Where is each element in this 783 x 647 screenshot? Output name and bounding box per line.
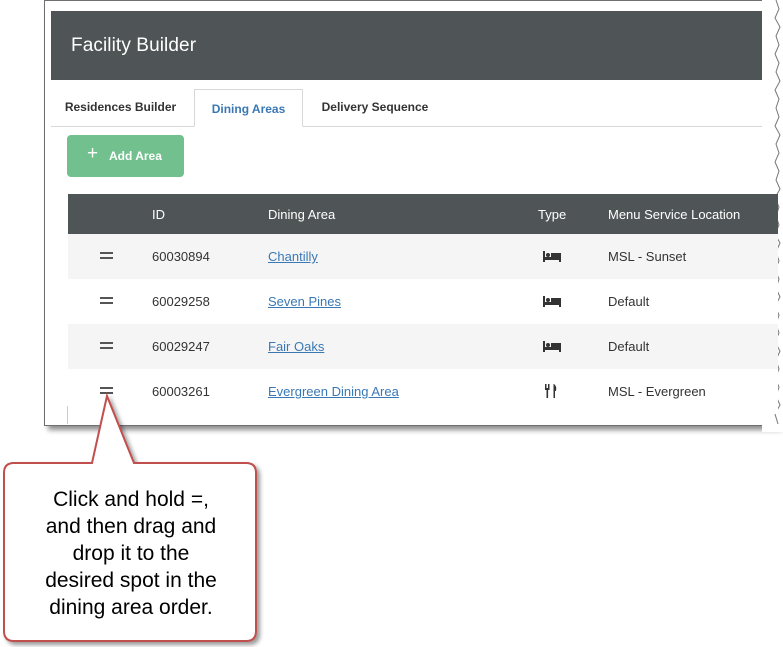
menu-service-location: MSL - Evergreen: [608, 384, 706, 399]
bed-icon: [543, 341, 561, 352]
callout-line: drop it to the: [72, 542, 190, 565]
menu-service-location: MSL - Sunset: [608, 249, 687, 264]
drag-handle-icon[interactable]: [100, 252, 113, 259]
table-row: 60030894 Chantilly MSL - Sunset: [68, 234, 778, 279]
callout-line: Click and hold =,: [53, 488, 209, 511]
dining-area-link[interactable]: Evergreen Dining Area: [268, 384, 399, 399]
column-header-menu-service-location[interactable]: Menu Service Location: [608, 207, 740, 222]
menu-service-location: Default: [608, 339, 650, 354]
drag-handle-icon[interactable]: [100, 297, 113, 304]
plus-icon: +: [87, 143, 99, 164]
row-id: 60029258: [152, 294, 210, 309]
row-id: 60029247: [152, 339, 210, 354]
bed-icon: [543, 251, 561, 262]
row-id: 60030894: [152, 249, 210, 264]
column-header-type[interactable]: Type: [538, 207, 566, 222]
add-area-button[interactable]: + Add Area: [67, 135, 184, 177]
dining-area-link[interactable]: Chantilly: [268, 249, 318, 264]
table-row: 60029247 Fair Oaks Default: [68, 324, 778, 369]
column-header-id[interactable]: ID: [152, 207, 165, 222]
tab-delivery-sequence[interactable]: Delivery Sequence: [309, 89, 441, 126]
app-header: Facility Builder: [51, 11, 777, 80]
drag-handle-icon[interactable]: [100, 342, 113, 349]
callout-line: dining area order.: [49, 596, 213, 619]
bed-icon: [543, 296, 561, 307]
callout-line: and then drag and: [45, 515, 217, 538]
tab-bar: Residences Builder Dining Areas Delivery…: [51, 89, 777, 127]
add-area-label: Add Area: [109, 149, 162, 163]
fork-knife-icon: [545, 384, 557, 398]
dining-area-link[interactable]: Seven Pines: [268, 294, 341, 309]
dining-area-link[interactable]: Fair Oaks: [268, 339, 324, 354]
tab-dining-areas[interactable]: Dining Areas: [194, 89, 303, 127]
callout-text: Click and hold =, and then drag and drop…: [10, 486, 252, 621]
menu-service-location: Default: [608, 294, 650, 309]
table-header: ID Dining Area Type Menu Service Locatio…: [68, 194, 778, 234]
column-header-dining-area[interactable]: Dining Area: [268, 207, 335, 222]
tab-residences-builder[interactable]: Residences Builder: [51, 89, 190, 126]
callout-line: desired spot in the: [45, 569, 217, 592]
table-row: 60029258 Seven Pines Default: [68, 279, 778, 324]
page-title: Facility Builder: [71, 35, 197, 56]
